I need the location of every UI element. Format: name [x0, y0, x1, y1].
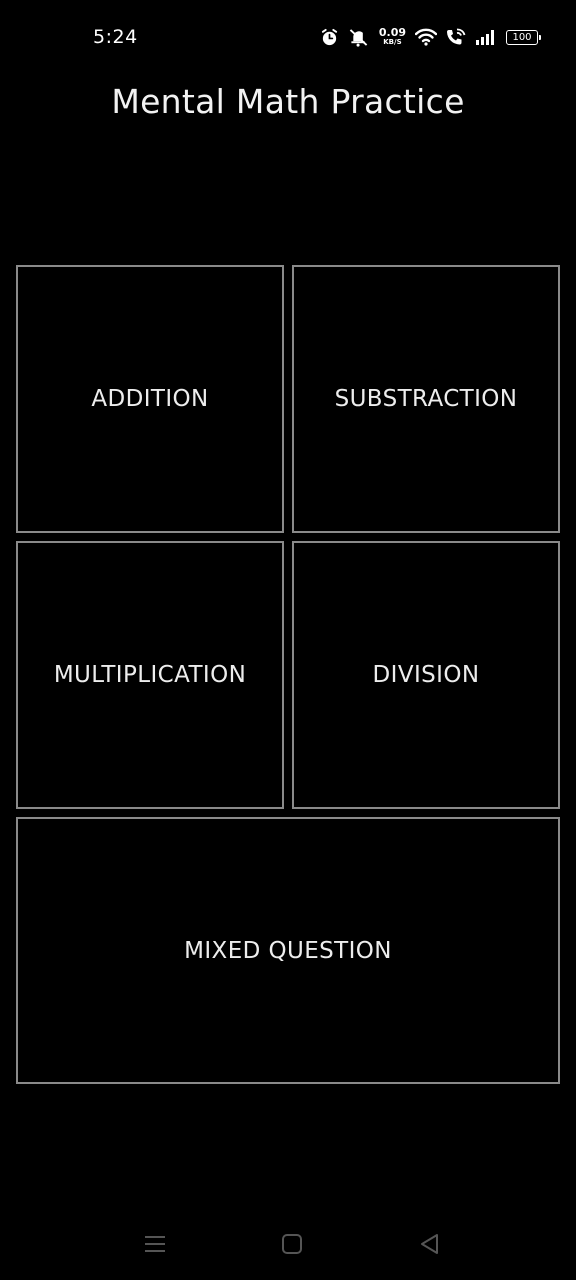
home-icon[interactable]	[272, 1228, 312, 1260]
subtraction-button[interactable]: SUBSTRACTION	[292, 265, 560, 533]
screen: 5:24 0.09 KB/S 100 Mental Math Practice …	[0, 0, 576, 1280]
net-speed: 0.09 KB/S	[379, 27, 406, 46]
net-speed-unit: KB/S	[383, 37, 402, 46]
division-label: DIVISION	[372, 662, 480, 688]
addition-label: ADDITION	[91, 386, 209, 412]
page-title: Mental Math Practice	[111, 82, 465, 121]
status-bar: 5:24 0.09 KB/S 100	[0, 0, 576, 72]
mute-icon	[348, 28, 370, 47]
navigation-bar	[0, 1210, 576, 1280]
wifi-icon	[415, 28, 437, 46]
wifi-call-icon	[446, 28, 466, 46]
menu-icon[interactable]	[135, 1228, 175, 1260]
mixed-question-label: MIXED QUESTION	[184, 937, 392, 964]
back-icon[interactable]	[410, 1228, 450, 1260]
status-icons: 0.09 KB/S 100	[320, 24, 541, 50]
subtraction-label: SUBSTRACTION	[334, 386, 518, 412]
battery-icon: 100	[506, 29, 541, 45]
net-speed-value: 0.09	[378, 25, 406, 39]
status-time: 5:24	[93, 26, 138, 48]
multiplication-label: MULTIPLICATION	[53, 662, 247, 688]
alarm-icon	[320, 28, 339, 47]
mixed-question-button[interactable]: MIXED QUESTION	[16, 817, 560, 1084]
multiplication-button[interactable]: MULTIPLICATION	[16, 541, 284, 809]
signal-icon	[475, 29, 497, 45]
addition-button[interactable]: ADDITION	[16, 265, 284, 533]
division-button[interactable]: DIVISION	[292, 541, 560, 809]
